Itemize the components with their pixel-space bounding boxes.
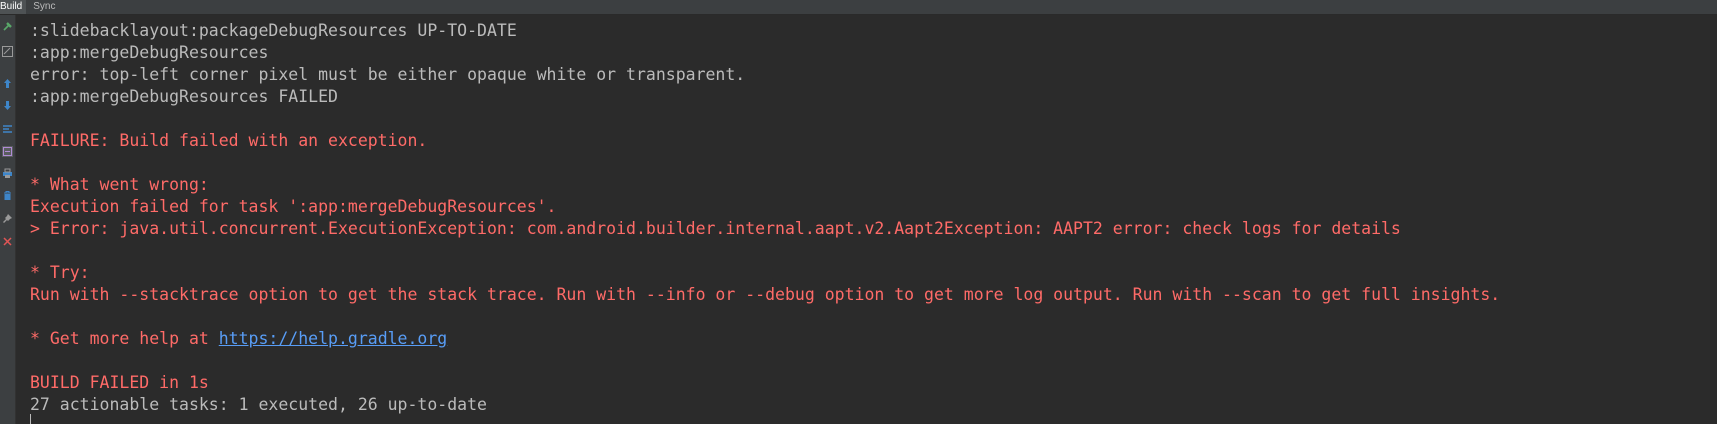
pin-icon[interactable] [2,213,13,224]
error-line: * What went wrong: [30,175,209,194]
console-toolbar [0,15,16,424]
help-line-prefix: * Get more help at [30,329,219,348]
log-line: error: top-left corner pixel must be eit… [30,65,746,84]
error-line: Run with --stacktrace option to get the … [30,285,1501,304]
help-link[interactable]: https://help.gradle.org [219,329,447,348]
close-icon[interactable] [2,236,13,247]
tab-build[interactable]: Build [0,0,27,14]
log-line: :app:mergeDebugResources [30,43,269,62]
log-line: :app:mergeDebugResources FAILED [30,87,338,106]
trash-icon[interactable] [2,190,13,201]
error-line: * Try: [30,263,90,282]
error-line: > Error: java.util.concurrent.ExecutionE… [30,219,1401,238]
error-line: FAILURE: Build failed with an exception. [30,131,428,150]
down-arrow-icon[interactable] [2,100,13,111]
help-line: * Get more help at https://help.gradle.o… [30,328,447,350]
expand-icon[interactable] [2,124,13,135]
summary-line: 27 actionable tasks: 1 executed, 26 up-t… [30,395,487,414]
print-icon[interactable] [2,168,13,179]
build-result-line: BUILD FAILED in 1s [30,373,209,392]
text-caret [30,414,31,424]
error-line: Execution failed for task ':app:mergeDeb… [30,197,557,216]
build-output-console[interactable]: :slidebacklayout:packageDebugResources U… [30,0,1710,424]
log-line: :slidebacklayout:packageDebugResources U… [30,21,517,40]
up-arrow-icon[interactable] [2,78,13,89]
hammer-icon[interactable] [2,21,13,32]
toggle-view-icon[interactable] [2,46,13,57]
collapse-icon[interactable] [2,146,13,157]
